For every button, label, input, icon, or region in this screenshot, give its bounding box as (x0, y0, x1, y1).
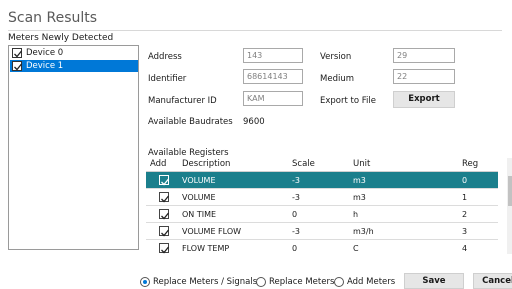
baudrates-value: 9600 (243, 117, 265, 127)
identifier-field[interactable]: 68614143 (243, 69, 303, 84)
radio-label-0[interactable]: Replace Meters / Signals (153, 276, 257, 288)
check-icon (161, 195, 170, 203)
medium-field[interactable]: 22 (393, 69, 455, 84)
register-checkbox[interactable] (159, 192, 170, 203)
cell-description: VOLUME (182, 176, 216, 185)
device-0-label: Device 0 (26, 48, 64, 58)
col-unit[interactable]: Unit (353, 158, 370, 171)
cell-unit: m3 (353, 193, 366, 202)
cell-unit: C (353, 244, 359, 253)
device-1-checkbox[interactable] (12, 61, 23, 71)
cell-description: ON TIME (182, 210, 217, 219)
device-item-0[interactable]: Device 0 (10, 47, 138, 59)
table-row[interactable]: VOLUME FLOW -3 m3/h 3 (146, 223, 498, 240)
baudrates-label: Available Baudrates (148, 117, 233, 127)
medium-label: Medium (320, 74, 354, 84)
table-row[interactable]: FLOW TEMP 0 C 4 (146, 240, 498, 254)
meters-header: Meters Newly Detected (8, 33, 114, 43)
col-add[interactable]: Add (150, 158, 166, 171)
export-button[interactable]: Export (393, 91, 455, 108)
cell-unit: m3 (353, 176, 366, 185)
register-checkbox[interactable] (159, 175, 170, 186)
cell-description: VOLUME (182, 193, 216, 202)
check-icon (14, 50, 23, 58)
register-checkbox[interactable] (159, 209, 170, 220)
device-list[interactable]: Device 0 Device 1 (8, 45, 139, 250)
manufacturer-field[interactable]: KAM (243, 91, 303, 106)
registers-table[interactable]: Add Description Scale Unit Reg VOLUME -3 m… (146, 158, 498, 254)
header-divider (8, 30, 502, 31)
cell-scale: 0 (292, 210, 298, 219)
col-description[interactable]: Description (182, 158, 230, 171)
cell-description: FLOW TEMP (182, 244, 230, 253)
table-row[interactable]: VOLUME -3 m3 1 (146, 189, 498, 206)
cancel-button[interactable]: Cancel (473, 273, 512, 289)
scrollbar[interactable] (507, 158, 512, 254)
cell-unit: m3/h (353, 227, 374, 236)
cell-reg: 1 (462, 193, 468, 202)
identifier-label: Identifier (148, 74, 187, 84)
version-field[interactable]: 29 (393, 48, 455, 63)
cell-reg: 3 (462, 227, 468, 236)
check-icon (161, 229, 170, 237)
radio-label-2[interactable]: Add Meters (347, 276, 395, 288)
address-label: Address (148, 52, 182, 62)
cell-scale: -3 (292, 227, 300, 236)
cell-reg: 0 (462, 176, 468, 185)
cell-scale: -3 (292, 193, 300, 202)
scrollbar-thumb[interactable] (508, 176, 512, 206)
device-item-1[interactable]: Device 1 (10, 60, 138, 72)
cell-scale: -3 (292, 176, 300, 185)
col-reg[interactable]: Reg (462, 158, 478, 171)
export-label: Export to File (320, 96, 376, 106)
save-button[interactable]: Save (404, 273, 464, 289)
radio-label-1[interactable]: Replace Meters (269, 276, 334, 288)
manufacturer-label: Manufacturer ID (148, 96, 217, 106)
cell-description: VOLUME FLOW (182, 227, 242, 236)
cell-scale: 0 (292, 244, 298, 253)
col-scale[interactable]: Scale (292, 158, 315, 171)
register-checkbox[interactable] (159, 243, 170, 254)
table-row[interactable]: VOLUME -3 m3 0 (146, 172, 498, 189)
version-label: Version (320, 52, 352, 62)
check-icon (161, 212, 170, 220)
radio-dot-icon (143, 280, 147, 284)
cell-reg: 4 (462, 244, 468, 253)
check-icon (14, 63, 23, 71)
table-row[interactable]: ON TIME 0 h 2 (146, 206, 498, 223)
check-icon (161, 246, 170, 254)
check-icon (161, 178, 170, 186)
device-0-checkbox[interactable] (12, 48, 23, 58)
address-field[interactable]: 143 (243, 48, 303, 63)
device-1-label: Device 1 (26, 61, 64, 71)
registers-title: Available Registers (148, 148, 229, 158)
window-title: Scan Results (8, 10, 98, 26)
cell-reg: 2 (462, 210, 468, 219)
cell-unit: h (353, 210, 359, 219)
register-checkbox[interactable] (159, 226, 170, 237)
